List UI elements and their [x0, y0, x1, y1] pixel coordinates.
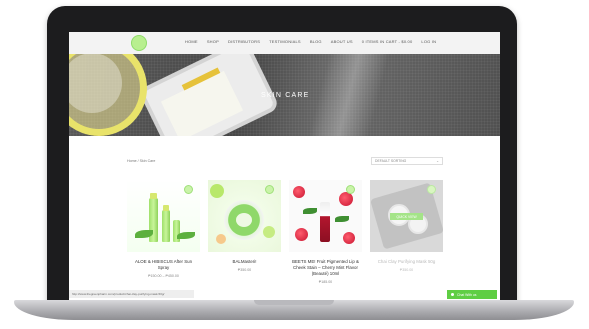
chat-label: Chat With us: [457, 292, 477, 297]
product-image[interactable]: [127, 180, 200, 252]
product-price: ₱150.00 – ₱450.00: [148, 274, 179, 278]
chat-button[interactable]: Chat With us: [447, 290, 497, 299]
product-card[interactable]: QUICK VIEW Chai Clay Purifying Mask 50g …: [370, 180, 443, 284]
spray-bottle-graphic: [162, 210, 170, 242]
nav-item-login[interactable]: LOG IN: [421, 39, 436, 44]
product-card[interactable]: BEETS ME! Fruit Pigmented Lip & Cheek St…: [289, 180, 362, 284]
laptop-notch: [254, 300, 334, 305]
product-price: ₱185.00: [318, 280, 333, 284]
rose-graphic: [295, 228, 308, 241]
nav-item-testimonials[interactable]: TESTIMONIALS: [269, 39, 301, 44]
status-bar-url: http://www.thegreenpharm.com/product/cha…: [69, 290, 194, 298]
sort-select[interactable]: DEFAULT SORTING ⌄: [371, 157, 443, 165]
product-grid: ALOE & HIBISCUS After Sun Spray ₱150.00 …: [127, 180, 443, 284]
product-name[interactable]: ALOE & HIBISCUS After Sun Spray: [127, 259, 200, 271]
product-image[interactable]: [289, 180, 362, 252]
product-name[interactable]: Chai Clay Purifying Mask 50g: [375, 259, 439, 265]
product-name[interactable]: BALMasteri!: [230, 259, 260, 265]
rose-graphic: [293, 186, 305, 198]
chevron-down-icon: ⌄: [436, 159, 439, 163]
hero-banner: SKIN CARE: [69, 54, 500, 136]
nav-item-distributors[interactable]: DISTRIBUTORS: [228, 39, 260, 44]
product-image[interactable]: [208, 180, 281, 252]
product-price: ₱350.00: [399, 268, 414, 272]
fern-graphic: [303, 208, 317, 214]
product-image[interactable]: QUICK VIEW: [370, 180, 443, 252]
sort-select-value: DEFAULT SORTING: [375, 159, 407, 163]
page-title: SKIN CARE: [261, 92, 310, 99]
nav-item-blog[interactable]: BLOG: [310, 39, 322, 44]
rose-graphic: [339, 192, 353, 206]
nav-item-about[interactable]: ABOUT US: [331, 39, 353, 44]
chat-icon: [451, 293, 454, 296]
organic-badge-icon: [427, 185, 436, 194]
organic-badge-icon: [184, 185, 193, 194]
aloe-leaf-graphic: [177, 232, 195, 239]
balm-label-graphic: [236, 213, 252, 227]
quick-view-button[interactable]: QUICK VIEW: [390, 213, 423, 220]
lime-graphic: [210, 184, 224, 198]
lime-graphic: [263, 226, 275, 238]
hero-ring-center: [69, 54, 122, 113]
apricot-graphic: [216, 234, 226, 244]
nav-item-cart[interactable]: 0 ITEMS IN CART - $0.00: [362, 39, 413, 44]
organic-badge-icon: [346, 185, 355, 194]
breadcrumb[interactable]: Home / Skin Care: [127, 159, 155, 163]
organic-badge-icon: [265, 185, 274, 194]
lip-stain-bottle-graphic: [320, 202, 330, 242]
rose-graphic: [343, 232, 355, 244]
product-card[interactable]: BALMasteri! ₱350.00: [208, 180, 281, 284]
site-logo[interactable]: [131, 35, 147, 51]
product-card[interactable]: ALOE & HIBISCUS After Sun Spray ₱150.00 …: [127, 180, 200, 284]
spray-cap-graphic: [150, 193, 157, 199]
nav-menu: HOME SHOP DISTRIBUTORS TESTIMONIALS BLOG…: [185, 39, 436, 44]
browser-screen: HOME SHOP DISTRIBUTORS TESTIMONIALS BLOG…: [69, 32, 500, 300]
product-name[interactable]: BEETS ME! Fruit Pigmented Lip & Cheek St…: [289, 259, 362, 277]
site-navbar: HOME SHOP DISTRIBUTORS TESTIMONIALS BLOG…: [69, 32, 500, 54]
spray-cap-graphic: [163, 205, 169, 211]
product-price: ₱350.00: [237, 268, 252, 272]
nav-item-shop[interactable]: SHOP: [207, 39, 219, 44]
fern-graphic: [335, 216, 349, 222]
nav-item-home[interactable]: HOME: [185, 39, 198, 44]
